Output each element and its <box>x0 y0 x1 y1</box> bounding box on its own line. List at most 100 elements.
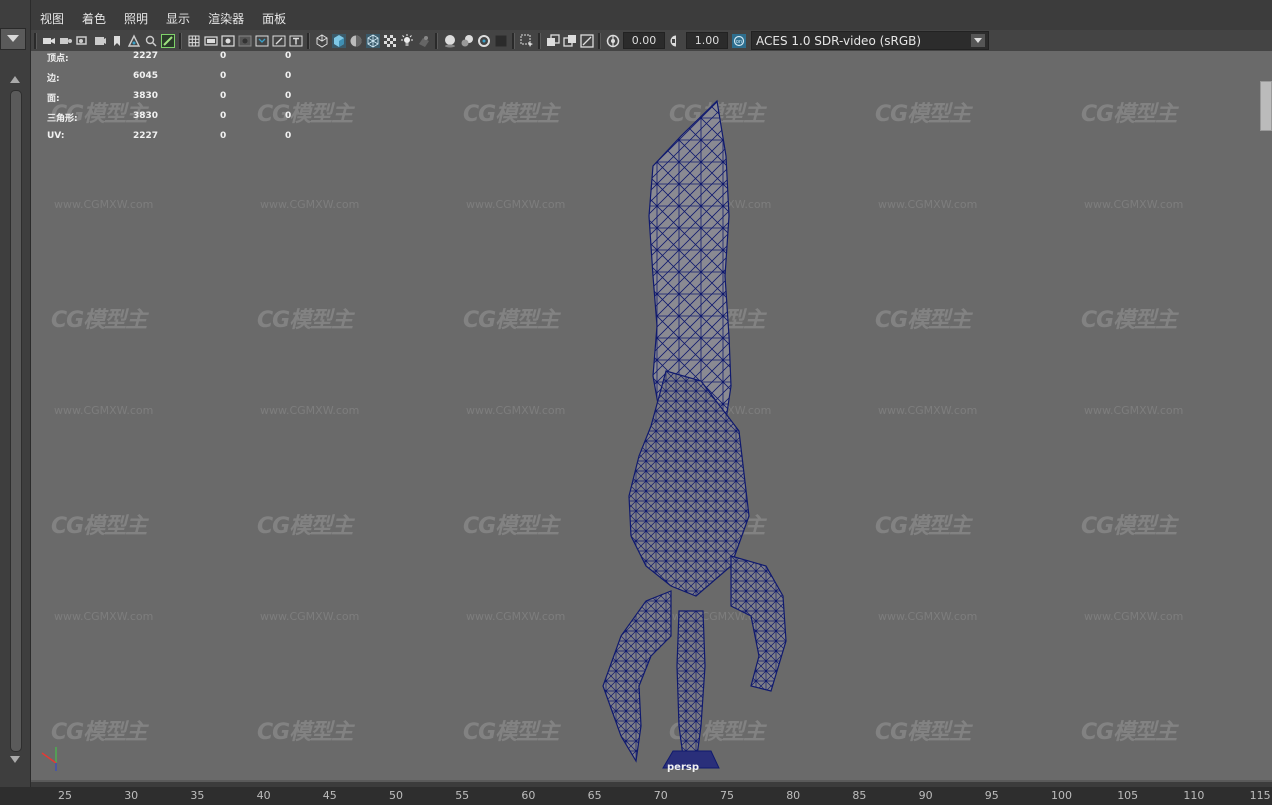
select-camera-icon[interactable] <box>42 34 56 48</box>
watermark-url: www.CGMXW.com <box>260 198 360 211</box>
anti-aliasing-icon[interactable] <box>477 34 491 48</box>
hud-value: 6045 <box>133 71 159 81</box>
camera-name-label: persp <box>667 762 699 773</box>
menu-view[interactable]: 视图 <box>31 8 73 30</box>
depth-of-field-icon[interactable] <box>494 34 508 48</box>
panel-menu-button[interactable] <box>0 28 26 50</box>
gate-mask-icon[interactable] <box>238 34 252 48</box>
two-d-pan-zoom-icon[interactable] <box>144 34 158 48</box>
ambient-occlusion-icon[interactable] <box>443 34 457 48</box>
hud-value: 2227 <box>133 131 159 141</box>
watermark-url: www.CGMXW.com <box>1084 198 1184 211</box>
film-gate-icon[interactable] <box>93 34 107 48</box>
watermark-url: www.CGMXW.com <box>1084 610 1184 623</box>
grease-pencil-icon[interactable] <box>160 33 175 48</box>
vertical-scrollbar[interactable] <box>10 90 22 752</box>
gamma-field[interactable]: 1.00 <box>686 32 728 49</box>
wireframe-cube-icon[interactable] <box>315 33 329 48</box>
hud-value: 0 <box>220 131 227 141</box>
hud-label: 顶点: <box>47 54 69 64</box>
isolate-select-icon[interactable] <box>520 34 534 48</box>
smooth-shade-cube-icon[interactable] <box>331 33 346 48</box>
view-transform-icon[interactable]: on <box>731 33 746 48</box>
grid-icon[interactable] <box>187 34 201 48</box>
watermark-url: www.CGMXW.com <box>878 198 978 211</box>
perspective-viewport[interactable]: CG模型主 CG模型主 CG模型主 CG模型主 www.CGMXW.com www.CGM… <box>31 51 1272 782</box>
image-plane-icon[interactable] <box>127 33 141 48</box>
chevron-down-icon <box>971 34 985 47</box>
watermark-url: www.CGMXW.com <box>54 610 154 623</box>
time-tick-label: 30 <box>124 789 139 802</box>
time-tick-label: 55 <box>455 789 470 802</box>
color-space-dropdown[interactable]: ACES 1.0 SDR-video (sRGB) <box>751 31 989 50</box>
menu-panels[interactable]: 面板 <box>253 8 295 30</box>
bookmark-icon[interactable] <box>110 34 124 48</box>
watermark-url: www.CGMXW.com <box>260 610 360 623</box>
time-tick-label: 60 <box>521 789 536 802</box>
time-tick-label: 45 <box>322 789 337 802</box>
menu-renderer[interactable]: 渲染器 <box>199 8 253 30</box>
sword-wireframe-model[interactable] <box>591 96 791 771</box>
time-tick-label: 75 <box>720 789 734 802</box>
toolbar-separator <box>538 32 541 49</box>
watermark-url: www.CGMXW.com <box>466 610 566 623</box>
safe-action-icon[interactable] <box>272 34 286 48</box>
time-tick-label: 85 <box>852 789 867 802</box>
time-tick-label: 115 <box>1249 789 1271 802</box>
menu-show[interactable]: 显示 <box>157 8 199 30</box>
camera-attributes-icon[interactable] <box>59 34 73 48</box>
hud-value: 0 <box>285 51 292 61</box>
axis-gizmo <box>41 747 57 771</box>
xray-icon[interactable] <box>383 34 397 48</box>
toolbar-separator <box>512 32 515 49</box>
menu-shading[interactable]: 着色 <box>73 8 115 30</box>
hud-label: 面: <box>47 94 60 104</box>
watermark-url: www.CGMXW.com <box>466 404 566 417</box>
film-gate-toggle-icon[interactable] <box>203 34 218 48</box>
panel-menubar: 视图 着色 照明 显示 渲染器 面板 <box>31 8 295 30</box>
hud-value: 0 <box>220 111 227 121</box>
shaded-sphere-icon[interactable] <box>349 34 363 48</box>
watermark-logo: CG模型主 <box>1081 308 1177 333</box>
watermark-logo: CG模型主 <box>51 308 147 333</box>
watermark-logo: CG模型主 <box>463 102 559 127</box>
menu-lighting[interactable]: 照明 <box>115 8 157 30</box>
exposure-field[interactable]: 0.00 <box>623 32 665 49</box>
watermark-logo: CG模型主 <box>875 308 971 333</box>
field-chart-icon[interactable] <box>255 34 269 48</box>
backface-culling-icon[interactable] <box>579 33 594 48</box>
default-lighting-icon[interactable] <box>400 33 414 48</box>
shadows-icon[interactable] <box>417 34 431 48</box>
scroll-down-arrow[interactable] <box>10 756 20 763</box>
bookmark-camera-icon[interactable] <box>75 34 90 48</box>
xray-active-components-icon[interactable] <box>562 34 577 48</box>
hud-label: 边: <box>47 74 60 84</box>
gamma-icon[interactable] <box>669 34 683 48</box>
watermark-logo: CG模型主 <box>1081 514 1177 539</box>
scroll-up-arrow[interactable] <box>10 76 20 83</box>
resolution-gate-icon[interactable] <box>220 34 235 48</box>
hud-label: 三角形: <box>47 114 78 124</box>
exposure-icon[interactable] <box>606 34 620 48</box>
safe-title-icon[interactable] <box>289 34 303 48</box>
watermark-logo: CG模型主 <box>875 102 971 127</box>
time-slider[interactable]: 25 30 35 40 45 50 55 60 65 70 75 80 85 90 95 100 105 110 1… <box>0 787 1272 805</box>
time-tick-label: 35 <box>190 789 205 802</box>
watermark-logo: CG模型主 <box>463 308 559 333</box>
watermark-url: www.CGMXW.com <box>54 198 154 211</box>
watermark-logo: CG模型主 <box>1081 102 1177 127</box>
watermark-logo: CG模型主 <box>51 720 147 745</box>
motion-blur-icon[interactable] <box>460 34 474 48</box>
watermark-url: www.CGMXW.com <box>1084 404 1184 417</box>
xray-joints-icon[interactable] <box>546 33 560 48</box>
side-panel-tab[interactable] <box>1260 81 1272 131</box>
hud-value: 0 <box>285 91 292 101</box>
wireframe-on-shaded-icon[interactable] <box>365 33 380 48</box>
watermark-url: www.CGMXW.com <box>54 404 154 417</box>
watermark-logo: CG模型主 <box>257 308 353 333</box>
hud-value: 3830 <box>133 111 159 121</box>
hud-value: 0 <box>285 71 292 81</box>
hud-value: 0 <box>285 111 292 121</box>
hud-value: 0 <box>220 71 227 81</box>
toolbar-separator <box>179 32 182 49</box>
